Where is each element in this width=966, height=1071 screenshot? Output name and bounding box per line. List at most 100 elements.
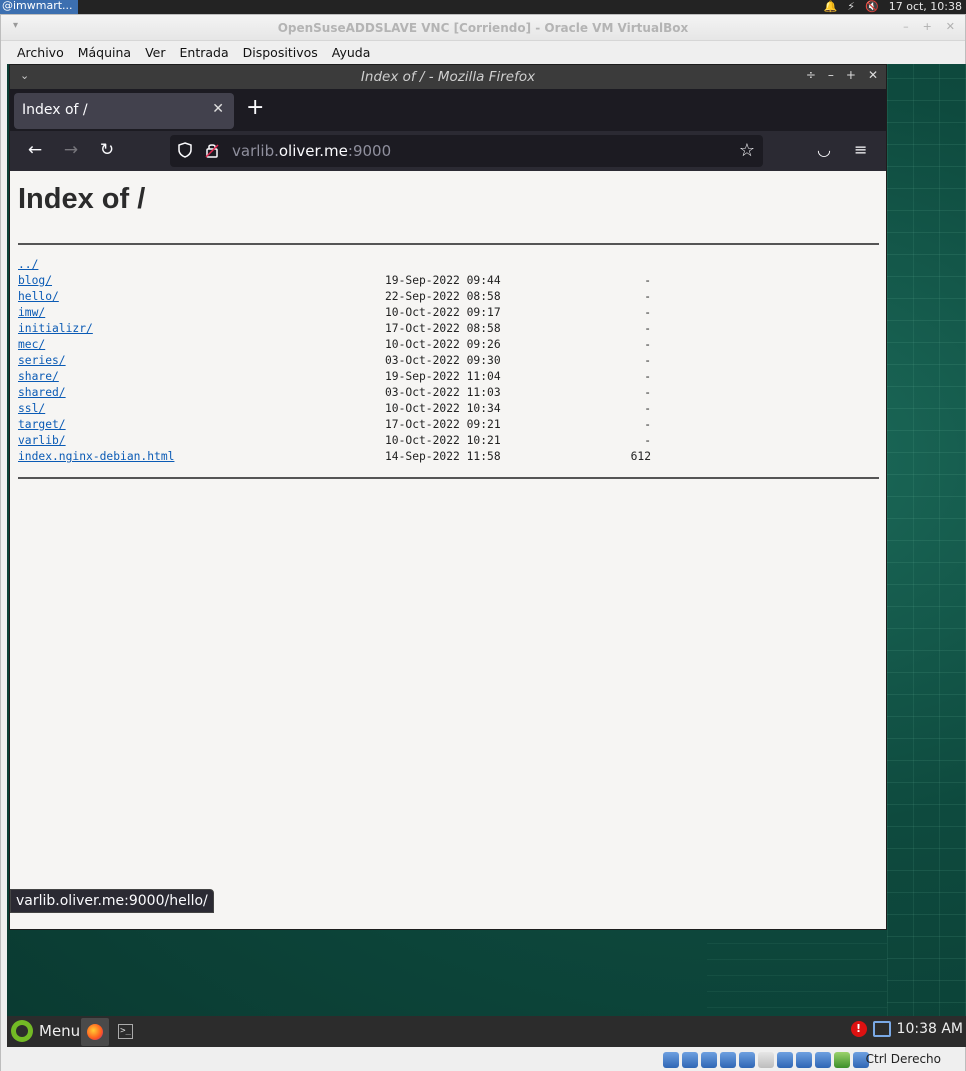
- shield-icon[interactable]: [178, 142, 192, 158]
- entry-size: -: [644, 370, 651, 383]
- taskbar-firefox[interactable]: [81, 1018, 109, 1046]
- cpu-icon[interactable]: [815, 1052, 831, 1068]
- entry-link[interactable]: mec/: [18, 338, 45, 351]
- bell-icon[interactable]: 🔔: [824, 1, 838, 13]
- network-adapter-icon[interactable]: [720, 1052, 736, 1068]
- entry-link[interactable]: share/: [18, 370, 59, 383]
- url-text[interactable]: varlib.oliver.me:9000: [232, 142, 391, 160]
- entry-link[interactable]: imw/: [18, 306, 45, 319]
- start-menu-button[interactable]: Menu: [11, 1020, 80, 1042]
- guest-additions-icon[interactable]: [834, 1052, 850, 1068]
- entry-size: -: [644, 274, 651, 287]
- minimize-icon[interactable]: –: [828, 68, 834, 82]
- entry-date: 17-Oct-2022 09:21: [385, 418, 501, 431]
- hamburger-menu-icon[interactable]: ≡: [854, 140, 867, 159]
- entry-link[interactable]: shared/: [18, 386, 66, 399]
- menu-dispositivos[interactable]: Dispositivos: [243, 45, 318, 60]
- maximize-icon[interactable]: +: [846, 68, 856, 82]
- guest-tray: ! 10:38 AM: [850, 1021, 963, 1037]
- list-item: share/19-Sep-2022 11:04 -: [18, 369, 651, 385]
- entry-link[interactable]: varlib/: [18, 434, 66, 447]
- entry-date: 19-Sep-2022 09:44: [385, 274, 501, 287]
- hard-disk-icon[interactable]: [663, 1052, 679, 1068]
- entry-link[interactable]: target/: [18, 418, 66, 431]
- firefox-titlebar[interactable]: ⌄ Index of / - Mozilla Firefox ÷ – + ✕: [10, 65, 886, 89]
- minimize-icon[interactable]: –: [903, 20, 909, 33]
- lock-icon[interactable]: [205, 142, 219, 158]
- entry-size: -: [644, 338, 651, 351]
- host-taskbar-item[interactable]: @imwmart...: [0, 0, 78, 14]
- host-clock[interactable]: 17 oct, 10:38: [889, 1, 962, 13]
- entry-date: 14-Sep-2022 11:58: [385, 450, 501, 463]
- url-bar[interactable]: varlib.oliver.me:9000 ☆: [170, 135, 763, 167]
- forward-icon[interactable]: →: [60, 140, 82, 160]
- page-title: Index of /: [18, 183, 146, 215]
- entry-date: 17-Oct-2022 08:58: [385, 322, 501, 335]
- host-key-label: Ctrl Derecho: [865, 1052, 941, 1066]
- shared-folders-icon[interactable]: [758, 1052, 774, 1068]
- entry-date: 10-Oct-2022 09:17: [385, 306, 501, 319]
- firefox-window-controls: ÷ – + ✕: [806, 68, 878, 82]
- guest-clock[interactable]: 10:38 AM: [897, 1021, 963, 1037]
- reload-icon[interactable]: ↻: [96, 140, 118, 160]
- menu-ver[interactable]: Ver: [145, 45, 165, 60]
- list-item: index.nginx-debian.html 14-Sep-2022 11:58…: [18, 449, 651, 465]
- entry-date: 10-Oct-2022 10:21: [385, 434, 501, 447]
- maximize-icon[interactable]: +: [923, 20, 932, 33]
- opensuse-logo-icon: [11, 1020, 33, 1042]
- list-item: mec/10-Oct-2022 09:26 -: [18, 337, 651, 353]
- url-host: oliver.me: [278, 142, 348, 160]
- entry-date: 03-Oct-2022 11:03: [385, 386, 501, 399]
- recording-icon[interactable]: [796, 1052, 812, 1068]
- close-icon[interactable]: ✕: [868, 68, 878, 82]
- entry-link[interactable]: index.nginx-debian.html: [18, 450, 174, 463]
- close-icon[interactable]: ✕: [946, 20, 955, 33]
- update-alert-icon[interactable]: !: [850, 1021, 867, 1037]
- power-icon[interactable]: ⚡: [847, 1, 855, 13]
- new-tab-icon[interactable]: +: [246, 96, 264, 120]
- usb-icon[interactable]: [739, 1052, 755, 1068]
- entry-link[interactable]: hello/: [18, 290, 59, 303]
- device-indicators: [663, 1052, 869, 1068]
- url-prefix: varlib.: [232, 142, 279, 160]
- directory-listing: ../ blog/19-Sep-2022 09:44 - hello/22-Sep…: [18, 257, 651, 465]
- menu-archivo[interactable]: Archivo: [17, 45, 64, 60]
- entry-size: -: [644, 322, 651, 335]
- virtualbox-window-controls: – + ✕: [903, 20, 955, 33]
- page-content: Index of / ../ blog/19-Sep-2022 09:44 - h…: [10, 171, 886, 929]
- link-status-bar: varlib.oliver.me:9000/hello/: [10, 889, 214, 913]
- list-item: initializr/17-Oct-2022 08:58 -: [18, 321, 651, 337]
- network-icon[interactable]: [872, 1021, 891, 1037]
- star-icon[interactable]: ☆: [739, 140, 755, 161]
- parent-dir-link[interactable]: ../: [18, 258, 38, 271]
- menu-maquina[interactable]: Máquina: [78, 45, 131, 60]
- tab-bar: Index of / ✕ +: [10, 89, 886, 131]
- entry-link[interactable]: initializr/: [18, 322, 93, 335]
- entry-link[interactable]: series/: [18, 354, 66, 367]
- terminal-icon[interactable]: >_: [118, 1024, 133, 1039]
- mute-icon[interactable]: 🔇: [865, 1, 879, 13]
- back-icon[interactable]: ←: [24, 140, 46, 160]
- audio-icon[interactable]: [701, 1052, 717, 1068]
- display-icon[interactable]: [777, 1052, 793, 1068]
- entry-size: -: [644, 290, 651, 303]
- entry-link[interactable]: ssl/: [18, 402, 45, 415]
- entry-link[interactable]: blog/: [18, 274, 52, 287]
- divider: [18, 243, 879, 245]
- entry-size: -: [644, 434, 651, 447]
- start-menu-label: Menu: [39, 1022, 81, 1040]
- pocket-icon[interactable]: ◡: [817, 140, 831, 159]
- list-item: varlib/10-Oct-2022 10:21 -: [18, 433, 651, 449]
- wallpaper-pattern: [887, 64, 966, 1047]
- list-item: imw/10-Oct-2022 09:17 -: [18, 305, 651, 321]
- tab-index[interactable]: Index of / ✕: [14, 93, 234, 129]
- virtualbox-titlebar[interactable]: ▾ OpenSuseADDSLAVE VNC [Corriendo] - Ora…: [1, 15, 965, 41]
- tab-label: Index of /: [22, 102, 88, 118]
- optical-drive-icon[interactable]: [682, 1052, 698, 1068]
- menu-entrada[interactable]: Entrada: [180, 45, 229, 60]
- close-tab-icon[interactable]: ✕: [212, 101, 224, 117]
- entry-size: -: [644, 418, 651, 431]
- list-item: blog/19-Sep-2022 09:44 -: [18, 273, 651, 289]
- keep-above-icon[interactable]: ÷: [806, 68, 816, 82]
- menu-ayuda[interactable]: Ayuda: [332, 45, 371, 60]
